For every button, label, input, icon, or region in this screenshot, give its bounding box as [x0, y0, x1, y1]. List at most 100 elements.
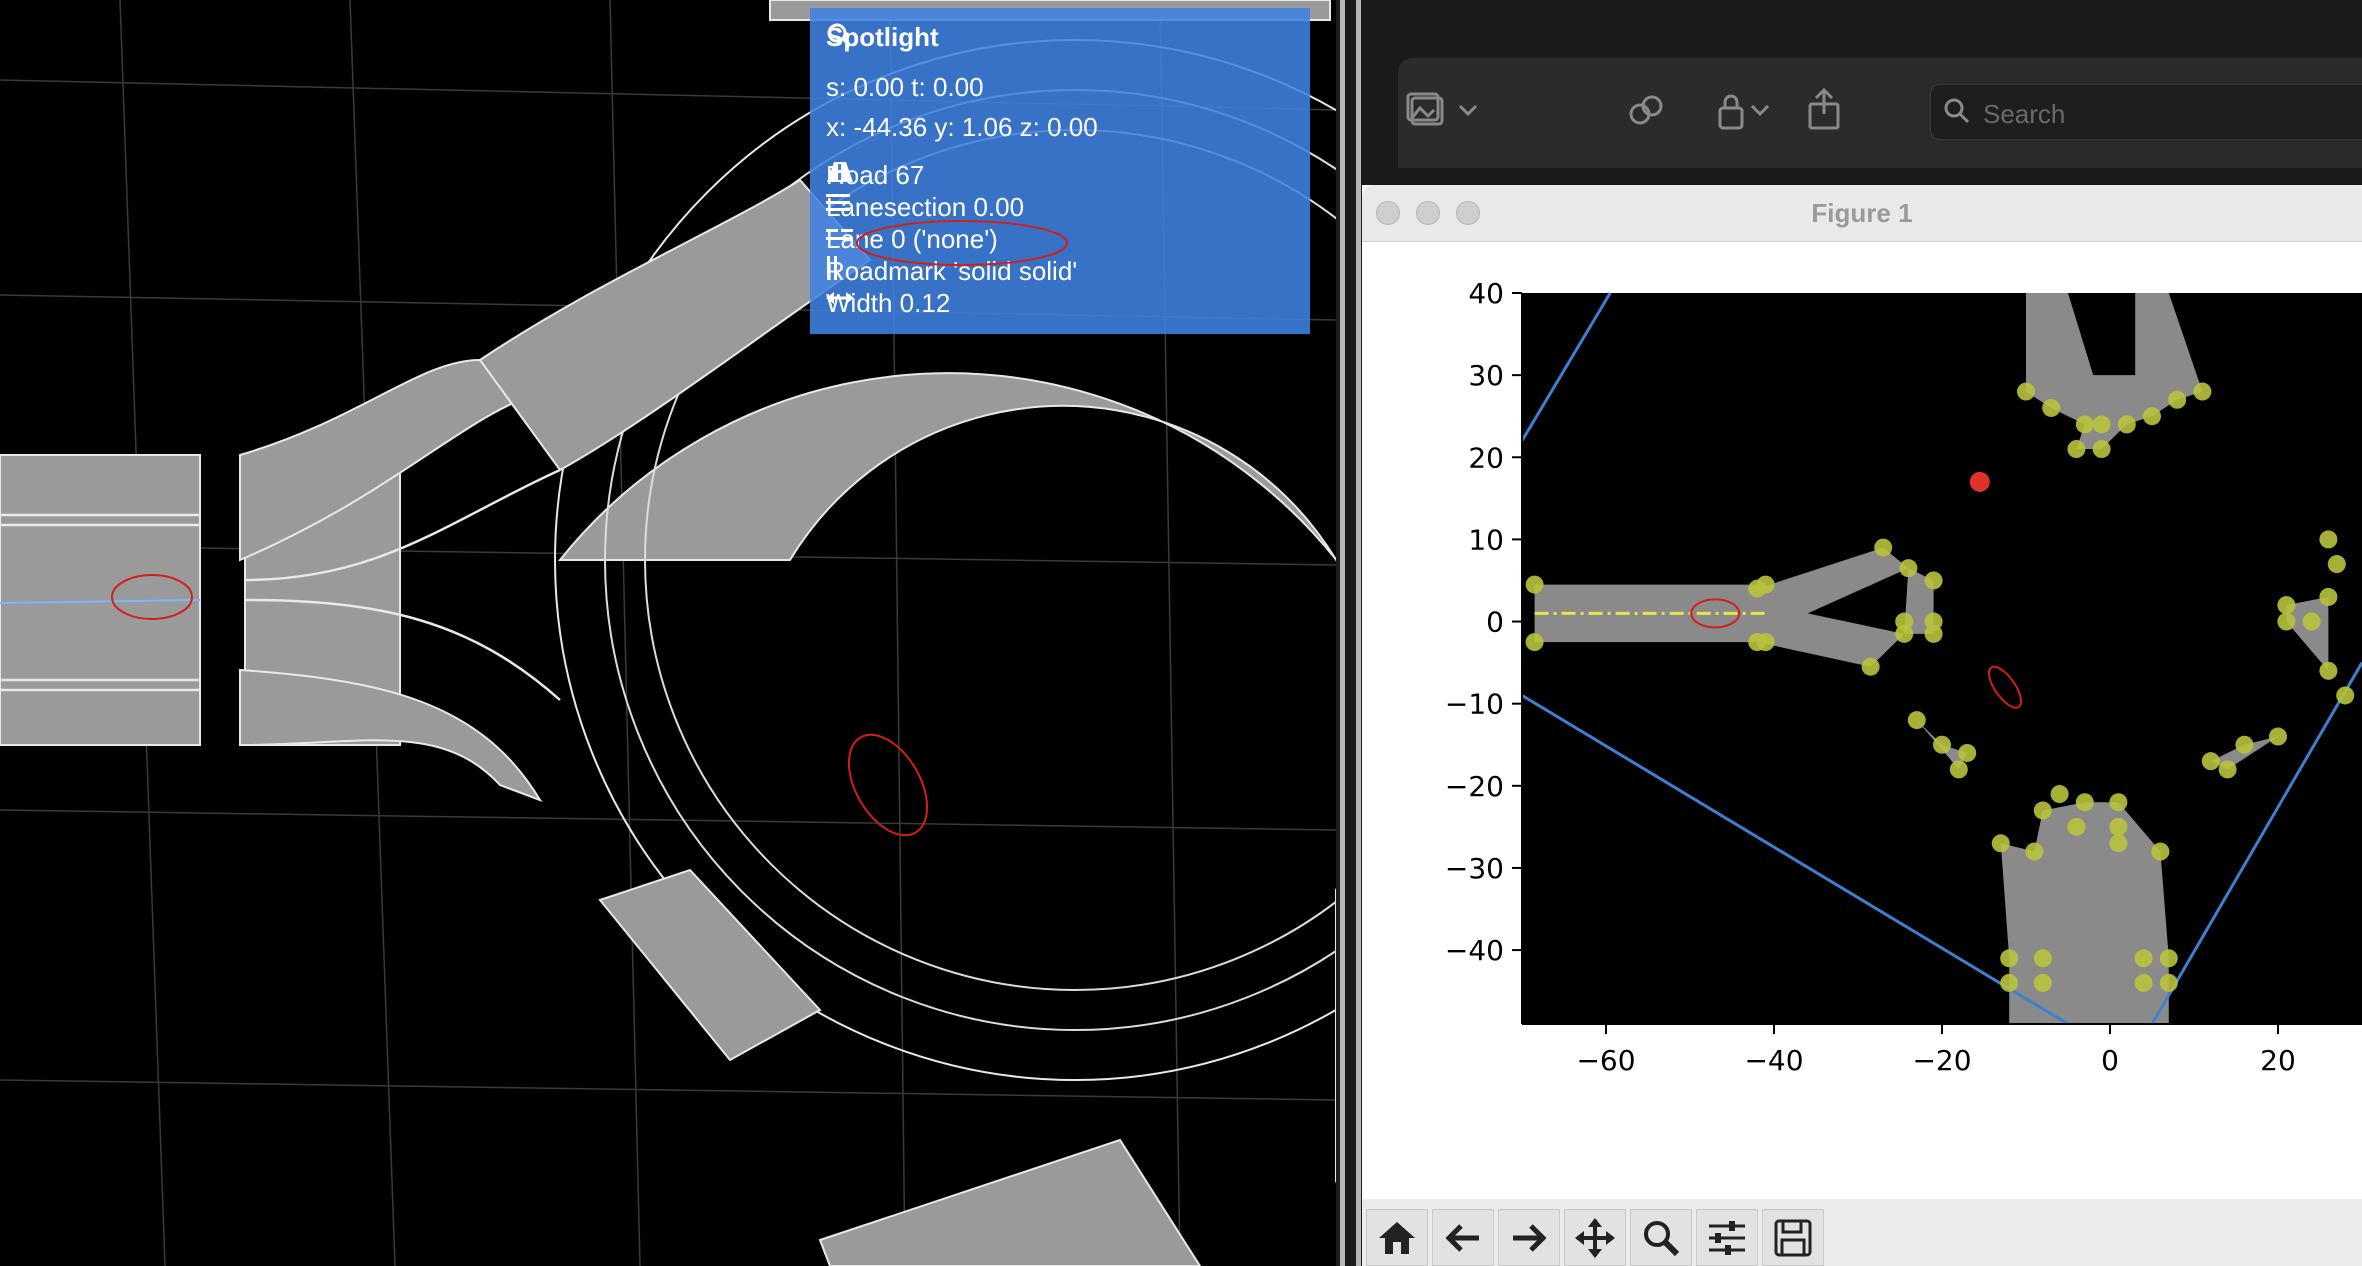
x-tick-label: −40 [1744, 1044, 1803, 1077]
red-lane-annotation [856, 220, 1068, 266]
control-point [1933, 735, 1951, 754]
control-point [2269, 727, 2287, 746]
control-point [2117, 415, 2136, 434]
zoom-icon [1644, 1220, 1680, 1256]
control-point [2277, 596, 2296, 615]
split-divider[interactable] [1336, 0, 1362, 1266]
plot-area [1522, 293, 2362, 1024]
y-tick-label: 40 [1468, 277, 1504, 310]
x-tick-label: 20 [2260, 1044, 2296, 1077]
spotlight-panel: Spotlight s: 0.00 t: 0.00 x: -44.36 y: 1… [810, 8, 1310, 334]
control-point [2277, 612, 2296, 631]
control-point [2000, 949, 2019, 968]
control-point [2075, 793, 2094, 812]
control-point [2109, 817, 2128, 836]
y-tick-label: −40 [1445, 934, 1504, 967]
spotlight-width-row: Width 0.12 [826, 288, 950, 319]
control-point [2151, 842, 2170, 861]
y-tick-label: 0 [1486, 606, 1504, 639]
control-point [2159, 949, 2178, 968]
finder-toolbar: Search [1398, 58, 2362, 168]
control-point [2201, 752, 2220, 771]
control-point [2017, 382, 2035, 401]
forward-button[interactable] [1498, 1209, 1560, 1266]
control-point [1895, 624, 1914, 643]
y-tick-label: 10 [1468, 523, 1504, 556]
road-icon [827, 162, 853, 182]
control-point [2193, 382, 2212, 401]
home-icon [1379, 1221, 1415, 1254]
home-button[interactable] [1366, 1209, 1428, 1266]
background-window: Search [1362, 0, 2362, 185]
spotlight-road-row: Road 67 [826, 160, 924, 191]
control-point [2033, 949, 2052, 968]
control-point [2134, 949, 2153, 968]
control-point [1525, 575, 1544, 594]
control-point [1899, 559, 1918, 578]
road-south-arm [818, 1138, 1202, 1266]
control-point [2033, 801, 2052, 820]
save-button[interactable] [1762, 1209, 1824, 1266]
control-point [2042, 398, 2061, 417]
control-point [2025, 842, 2044, 861]
y-tick-label: 20 [1468, 441, 1504, 474]
x-tick-label: −20 [1912, 1044, 1971, 1077]
control-point [2302, 612, 2321, 631]
control-point [2319, 530, 2338, 549]
lane-icon [826, 229, 853, 240]
roadmark-icon [827, 256, 837, 280]
control-point [2336, 686, 2355, 705]
lock-icon[interactable] [1716, 92, 1746, 132]
control-point [2075, 415, 2094, 434]
control-point [2235, 735, 2254, 754]
y-tick-label: −20 [1445, 770, 1504, 803]
spotlight-header: Spotlight [826, 22, 939, 53]
window-titlebar[interactable]: Figure 1 [1362, 185, 2362, 242]
control-point [2033, 973, 2052, 992]
window-title: Figure 1 [1811, 198, 1913, 228]
gallery-icon[interactable] [1406, 92, 1452, 132]
y-tick-label: −10 [1445, 688, 1504, 721]
control-point [2067, 817, 2086, 836]
forward-icon [1513, 1223, 1547, 1252]
control-point [2218, 760, 2237, 779]
control-point [1874, 538, 1893, 557]
control-point [2050, 785, 2069, 804]
chevron-down-icon[interactable] [1458, 104, 1478, 118]
spotlight-xyz: x: -44.36 y: 1.06 z: 0.00 [826, 112, 1098, 142]
pan-button[interactable] [1564, 1209, 1626, 1266]
share-icon[interactable] [1806, 88, 1842, 130]
search-placeholder: Search [1983, 99, 2066, 129]
control-point [1991, 834, 2010, 853]
back-button[interactable] [1432, 1209, 1494, 1266]
y-tick-label: 30 [1468, 359, 1504, 392]
control-point [1861, 657, 1880, 676]
control-point [2092, 440, 2111, 459]
control-point [2159, 973, 2178, 992]
red-circle-annotation-2 [847, 733, 929, 837]
control-point [2109, 793, 2128, 812]
figure-window: Figure 1 −60 −40 −20 0 20 40 30 20 10 0 −10 −20 −30−… [1362, 185, 2362, 1266]
zoom-tool-button[interactable] [1630, 1209, 1692, 1266]
search-icon [827, 23, 852, 48]
control-point [1748, 579, 1767, 598]
search-field[interactable]: Search [1930, 84, 2362, 140]
control-point [1924, 571, 1943, 590]
road-viewer-3d[interactable]: Spotlight s: 0.00 t: 0.00 x: -44.36 y: 1… [0, 0, 1336, 1266]
control-point [2000, 973, 2019, 992]
configure-subplots-button[interactable] [1696, 1209, 1758, 1266]
search-icon [1944, 98, 1970, 124]
control-point [2168, 390, 2187, 409]
chevron-down-icon[interactable] [1750, 104, 1770, 118]
control-point [2143, 407, 2161, 426]
matplotlib-toolbar [1362, 1199, 2362, 1266]
control-point [1748, 633, 1767, 652]
back-icon [1445, 1223, 1479, 1252]
link-icon[interactable] [1626, 92, 1668, 132]
x-tick-label: 0 [2101, 1044, 2119, 1077]
control-point [2319, 587, 2338, 606]
control-point [1907, 711, 1926, 730]
plot-canvas[interactable]: −60 −40 −20 0 20 40 30 20 10 0 −10 −20 −30 −40 [1362, 241, 2362, 1199]
configure-subplots-icon [1709, 1220, 1745, 1255]
control-point [2092, 415, 2111, 434]
